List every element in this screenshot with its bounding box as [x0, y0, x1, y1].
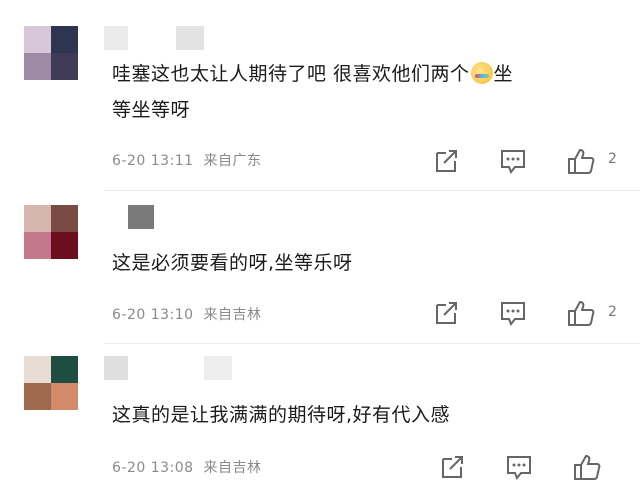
reply-button[interactable]	[498, 298, 528, 328]
like-button[interactable]	[566, 146, 596, 176]
username[interactable]	[104, 26, 214, 50]
comment-meta: 6-20 13:08 来自吉林	[112, 457, 261, 477]
comment-meta: 6-20 13:10 来自吉林	[112, 304, 261, 324]
comment-location: 来自吉林	[203, 307, 262, 323]
comment-text: 这是必须要看的呀,坐等乐呀	[112, 252, 353, 274]
comment-item: 这是必须要看的呀,坐等乐呀 6-20 13:10 来自吉林 2	[0, 191, 640, 343]
comment-icon	[507, 456, 531, 480]
thumbs-up-icon	[568, 300, 595, 326]
username[interactable]	[104, 205, 164, 229]
like-button[interactable]	[572, 452, 602, 482]
comment-time: 6-20 13:10	[112, 307, 194, 323]
thumbs-up-icon	[574, 454, 601, 480]
comment-icon	[501, 150, 525, 174]
username[interactable]	[104, 356, 234, 380]
share-button[interactable]	[438, 452, 468, 482]
share-icon	[442, 456, 463, 478]
comment-meta: 6-20 13:11 来自广东	[112, 150, 261, 170]
comment-item: 哇塞这也太让人期待了吧 很喜欢他们两个坐 等坐等呀 6-20 13:11 来自广…	[0, 0, 640, 190]
comment-text: 哇塞这也太让人期待了吧 很喜欢他们两个坐 等坐等呀	[112, 62, 514, 121]
share-icon	[436, 302, 457, 324]
reply-button[interactable]	[504, 452, 534, 482]
like-count: 2	[608, 304, 617, 320]
comment-item: 这真的是让我满满的期待呀,好有代入感 6-20 13:08 来自吉林	[0, 344, 640, 498]
avatar[interactable]	[24, 205, 78, 259]
comment-location: 来自广东	[203, 153, 262, 169]
reply-button[interactable]	[498, 146, 528, 176]
party-face-icon	[470, 62, 493, 84]
comment-time: 6-20 13:11	[112, 153, 194, 169]
avatar[interactable]	[24, 356, 78, 410]
like-count: 2	[608, 151, 617, 167]
share-button[interactable]	[432, 298, 462, 328]
comment-location: 来自吉林	[203, 460, 262, 476]
thumbs-up-icon	[568, 148, 595, 174]
like-button[interactable]	[566, 298, 596, 328]
comment-text: 这真的是让我满满的期待呀,好有代入感	[112, 404, 451, 426]
comment-icon	[501, 302, 525, 326]
share-icon	[436, 150, 457, 172]
avatar[interactable]	[24, 26, 78, 80]
share-button[interactable]	[432, 146, 462, 176]
comment-time: 6-20 13:08	[112, 460, 194, 476]
